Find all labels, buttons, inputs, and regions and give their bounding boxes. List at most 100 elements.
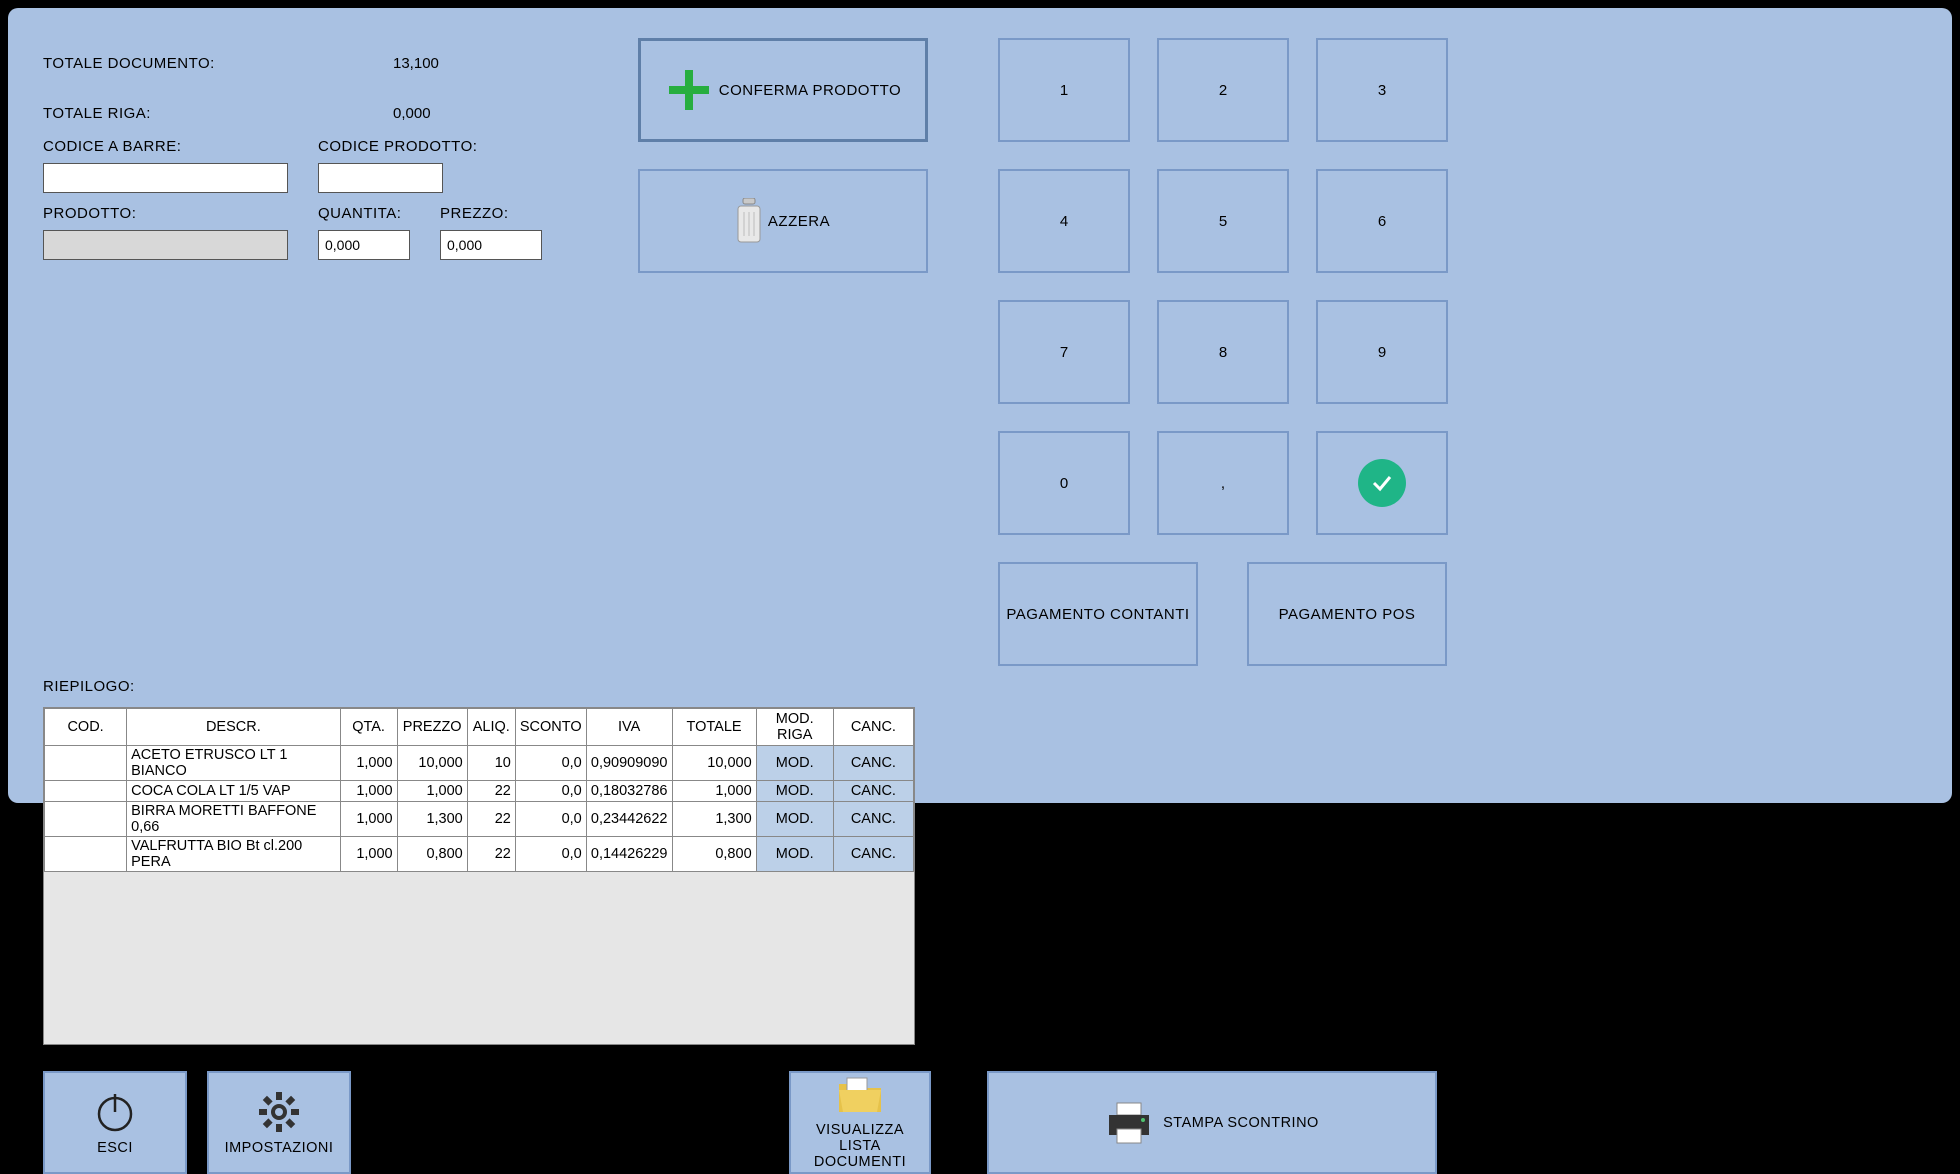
cell-iva: 0,18032786 — [586, 781, 672, 802]
settings-button[interactable]: IMPOSTAZIONI — [207, 1071, 351, 1174]
summary-table-wrap: COD.DESCR.QTA.PREZZOALIQ.SCONTOIVATOTALE… — [43, 707, 915, 1045]
exit-label: ESCI — [97, 1140, 133, 1156]
check-icon — [1358, 459, 1406, 507]
cell-cod — [45, 781, 127, 802]
key-5[interactable]: 5 — [1157, 169, 1289, 273]
doclist-button[interactable]: VISUALIZZA LISTA DOCUMENTI — [789, 1071, 931, 1174]
reset-button[interactable]: AZZERA — [638, 169, 928, 273]
doc-total-value: 13,100 — [393, 55, 439, 72]
key-0[interactable]: 0 — [998, 431, 1130, 535]
key-confirm[interactable] — [1316, 431, 1448, 535]
cell-aliq: 22 — [467, 837, 515, 872]
key-3[interactable]: 3 — [1316, 38, 1448, 142]
cell-iva: 0,90909090 — [586, 746, 672, 781]
print-button[interactable]: STAMPA SCONTRINO — [987, 1071, 1437, 1174]
qty-label: QUANTITA: — [318, 205, 410, 222]
cell-cod — [45, 837, 127, 872]
exit-button[interactable]: ESCI — [43, 1071, 187, 1174]
doclist-label: VISUALIZZA LISTA DOCUMENTI — [799, 1122, 921, 1170]
cell-cod — [45, 802, 127, 837]
product-input[interactable] — [43, 230, 288, 260]
cell-qta: 1,000 — [340, 781, 397, 802]
reset-label: AZZERA — [768, 213, 830, 230]
cell-descr: COCA COLA LT 1/5 VAP — [127, 781, 340, 802]
cell-totale: 0,800 — [672, 837, 756, 872]
cell-qta: 1,000 — [340, 837, 397, 872]
key-1[interactable]: 1 — [998, 38, 1130, 142]
row-total-value: 0,000 — [393, 105, 431, 122]
col-header[interactable]: CANC. — [833, 709, 913, 746]
cell-prezzo: 10,000 — [397, 746, 467, 781]
keypad: 1 2 3 4 5 6 7 8 9 0 , — [998, 38, 1463, 535]
cell-qta: 1,000 — [340, 746, 397, 781]
price-label: PREZZO: — [440, 205, 542, 222]
gear-icon — [257, 1090, 301, 1134]
summary-label: RIEPILOGO: — [43, 678, 1917, 695]
cell-iva: 0,14426229 — [586, 837, 672, 872]
pay-cash-button[interactable]: PAGAMENTO CONTANTI — [998, 562, 1198, 666]
table-row: BIRRA MORETTI BAFFONE 0,661,0001,300220,… — [45, 802, 914, 837]
key-9[interactable]: 9 — [1316, 300, 1448, 404]
settings-label: IMPOSTAZIONI — [225, 1140, 334, 1156]
col-header[interactable]: ALIQ. — [467, 709, 515, 746]
col-header[interactable]: COD. — [45, 709, 127, 746]
col-header[interactable]: IVA — [586, 709, 672, 746]
cell-totale: 10,000 — [672, 746, 756, 781]
cell-aliq: 22 — [467, 802, 515, 837]
price-input[interactable] — [440, 230, 542, 260]
cell-descr: ACETO ETRUSCO LT 1 BIANCO — [127, 746, 340, 781]
pay-cash-label: PAGAMENTO CONTANTI — [1006, 606, 1189, 623]
confirm-product-button[interactable]: CONFERMA PRODOTTO — [638, 38, 928, 142]
key-7[interactable]: 7 — [998, 300, 1130, 404]
cell-mod[interactable]: MOD. — [756, 837, 833, 872]
power-icon — [93, 1090, 137, 1134]
col-header[interactable]: SCONTO — [515, 709, 586, 746]
cell-aliq: 22 — [467, 781, 515, 802]
col-header[interactable]: MOD. RIGA — [756, 709, 833, 746]
cell-canc[interactable]: CANC. — [833, 781, 913, 802]
col-header[interactable]: QTA. — [340, 709, 397, 746]
product-label: PRODOTTO: — [43, 205, 288, 222]
col-header[interactable]: DESCR. — [127, 709, 340, 746]
cell-totale: 1,300 — [672, 802, 756, 837]
cell-iva: 0,23442622 — [586, 802, 672, 837]
cell-sconto: 0,0 — [515, 781, 586, 802]
table-row: ACETO ETRUSCO LT 1 BIANCO1,00010,000100,… — [45, 746, 914, 781]
pos-app: TOTALE DOCUMENTO: 13,100 TOTALE RIGA: 0,… — [8, 8, 1952, 803]
folder-icon — [837, 1076, 883, 1116]
barcode-label: CODICE A BARRE: — [43, 138, 288, 155]
cell-mod[interactable]: MOD. — [756, 802, 833, 837]
table-row: COCA COLA LT 1/5 VAP1,0001,000220,00,180… — [45, 781, 914, 802]
cell-prezzo: 1,300 — [397, 802, 467, 837]
cell-qta: 1,000 — [340, 802, 397, 837]
confirm-product-label: CONFERMA PRODOTTO — [719, 82, 901, 99]
plus-icon — [665, 66, 713, 114]
key-8[interactable]: 8 — [1157, 300, 1289, 404]
key-4[interactable]: 4 — [998, 169, 1130, 273]
prodcode-label: CODICE PRODOTTO: — [318, 138, 477, 155]
col-header[interactable]: PREZZO — [397, 709, 467, 746]
cell-prezzo: 1,000 — [397, 781, 467, 802]
pay-pos-label: PAGAMENTO POS — [1279, 606, 1416, 623]
pay-pos-button[interactable]: PAGAMENTO POS — [1247, 562, 1447, 666]
key-comma[interactable]: , — [1157, 431, 1289, 535]
key-6[interactable]: 6 — [1316, 169, 1448, 273]
cell-canc[interactable]: CANC. — [833, 746, 913, 781]
col-header[interactable]: TOTALE — [672, 709, 756, 746]
cell-sconto: 0,0 — [515, 746, 586, 781]
trash-icon — [736, 198, 762, 244]
cell-mod[interactable]: MOD. — [756, 781, 833, 802]
barcode-input[interactable] — [43, 163, 288, 193]
prodcode-input[interactable] — [318, 163, 443, 193]
cell-canc[interactable]: CANC. — [833, 802, 913, 837]
table-row: VALFRUTTA BIO Bt cl.200 PERA1,000 0,800 22… — [45, 837, 914, 872]
cell-mod[interactable]: MOD. — [756, 746, 833, 781]
cell-aliq: 10 — [467, 746, 515, 781]
cell-canc[interactable]: CANC. — [833, 837, 913, 872]
row-total-label: TOTALE RIGA: — [43, 105, 393, 122]
print-label: STAMPA SCONTRINO — [1163, 1115, 1319, 1131]
doc-total-label: TOTALE DOCUMENTO: — [43, 55, 393, 72]
cell-descr: VALFRUTTA BIO Bt cl.200 PERA — [127, 837, 340, 872]
key-2[interactable]: 2 — [1157, 38, 1289, 142]
qty-input[interactable] — [318, 230, 410, 260]
